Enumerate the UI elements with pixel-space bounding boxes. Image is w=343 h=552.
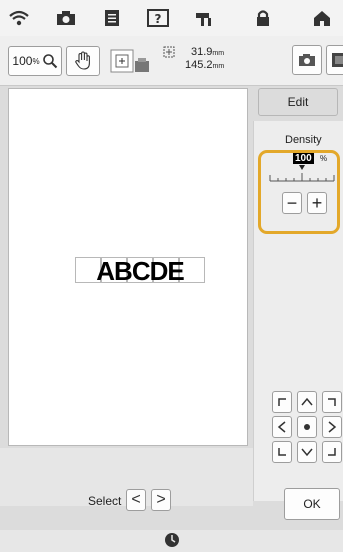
chevron-left-icon: < bbox=[131, 491, 141, 508]
embroidery-pattern[interactable]: ABCDE bbox=[75, 256, 205, 286]
density-scale bbox=[269, 165, 335, 182]
ok-button[interactable]: OK bbox=[284, 488, 340, 520]
clock-icon[interactable] bbox=[164, 532, 180, 548]
density-plus-button[interactable]: + bbox=[307, 192, 327, 214]
lock-icon[interactable] bbox=[250, 6, 276, 30]
zoom-button[interactable]: 100% bbox=[8, 46, 62, 76]
size-height-unit: mm bbox=[212, 63, 225, 70]
frame-icon bbox=[110, 49, 149, 73]
frame-size-button[interactable] bbox=[104, 46, 154, 76]
arrow-down-icon bbox=[301, 448, 313, 457]
chevron-right-icon: > bbox=[156, 491, 166, 508]
select-next-button[interactable]: > bbox=[151, 489, 171, 511]
bottom-bar bbox=[0, 530, 343, 552]
wifi-icon[interactable] bbox=[6, 6, 32, 30]
pattern-size-readout: 31.9mm 145.2mm bbox=[163, 46, 229, 76]
move-right-button[interactable] bbox=[322, 416, 342, 438]
size-width-line: 31.9mm bbox=[191, 46, 224, 60]
embroidery-button[interactable] bbox=[326, 45, 343, 75]
move-down-left-button[interactable] bbox=[272, 441, 292, 463]
edit-label: Edit bbox=[287, 95, 309, 109]
hand-icon bbox=[75, 51, 90, 70]
move-up-right-button[interactable] bbox=[322, 391, 342, 413]
move-down-right-button[interactable] bbox=[322, 441, 342, 463]
machine-icon[interactable] bbox=[191, 6, 217, 30]
density-minus-button[interactable]: − bbox=[282, 192, 302, 214]
camera-icon[interactable] bbox=[53, 6, 79, 30]
embroidery-icon bbox=[331, 53, 343, 67]
arrow-up-right-icon bbox=[328, 398, 336, 406]
center-dot-icon bbox=[304, 424, 310, 430]
move-center-button[interactable] bbox=[297, 416, 317, 438]
size-height-line: 145.2mm bbox=[185, 59, 224, 73]
arrow-right-icon bbox=[328, 421, 337, 433]
hand-tool-button[interactable] bbox=[66, 46, 100, 76]
size-icon bbox=[163, 46, 175, 58]
move-up-left-button[interactable] bbox=[272, 391, 292, 413]
arrow-down-left-icon bbox=[278, 448, 286, 456]
move-down-button[interactable] bbox=[297, 441, 317, 463]
camera-scan-button[interactable] bbox=[292, 45, 322, 75]
arrow-up-icon bbox=[301, 397, 313, 406]
status-bar: ? bbox=[0, 0, 343, 36]
svg-text:?: ? bbox=[155, 12, 162, 26]
document-icon[interactable] bbox=[99, 6, 125, 30]
select-prev-button[interactable]: < bbox=[126, 489, 146, 511]
zoom-unit: % bbox=[32, 56, 40, 66]
size-height: 145.2 bbox=[185, 59, 213, 71]
size-width-unit: mm bbox=[212, 50, 225, 57]
arrow-down-right-icon bbox=[328, 448, 336, 456]
zoom-value: 100 bbox=[12, 54, 33, 68]
plus-icon: + bbox=[311, 192, 323, 213]
edit-button[interactable]: Edit bbox=[258, 88, 338, 116]
home-icon[interactable] bbox=[309, 6, 335, 30]
magnifier-icon bbox=[42, 54, 57, 69]
move-up-button[interactable] bbox=[297, 391, 317, 413]
density-unit: % bbox=[320, 154, 328, 163]
minus-icon: − bbox=[286, 192, 298, 213]
toolbar: 100% 31.9mm 145.2mm bbox=[0, 36, 343, 86]
size-width: 31.9 bbox=[191, 46, 213, 58]
arrow-up-left-icon bbox=[278, 398, 286, 406]
ok-label: OK bbox=[303, 497, 321, 511]
select-label: Select bbox=[88, 494, 122, 508]
help-icon[interactable]: ? bbox=[145, 6, 171, 30]
embroidery-canvas[interactable]: ABCDE bbox=[8, 88, 248, 446]
arrow-left-icon bbox=[277, 421, 286, 433]
pattern-text: ABCDE bbox=[96, 256, 184, 286]
scan-camera-icon bbox=[299, 54, 315, 66]
density-pointer-icon bbox=[299, 165, 305, 170]
density-title: Density bbox=[285, 134, 322, 146]
move-left-button[interactable] bbox=[272, 416, 292, 438]
density-value: 100 bbox=[293, 153, 314, 164]
